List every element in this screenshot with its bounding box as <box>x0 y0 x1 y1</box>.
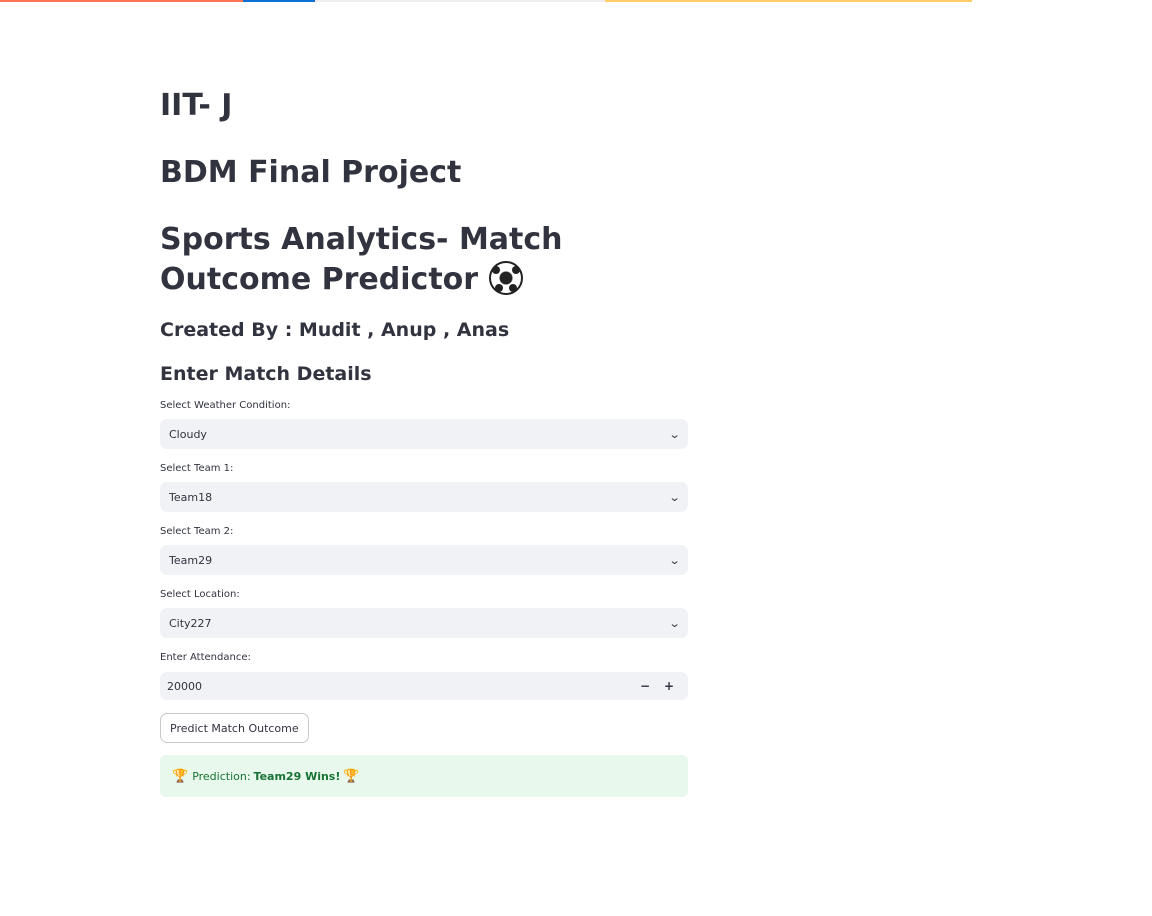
decrement-button[interactable]: − <box>633 679 657 693</box>
team1-label: Select Team 1: <box>160 463 234 474</box>
attendance-input[interactable]: 20000 − + <box>160 672 688 700</box>
attendance-stepper: − + <box>633 679 681 693</box>
page-title: IIT- J <box>160 88 233 123</box>
team1-select-value: Team18 <box>169 490 213 504</box>
chevron-down-icon: ⌄ <box>668 490 681 504</box>
prediction-result: 🏆 Prediction: Team29 Wins! 🏆 <box>160 755 688 797</box>
location-select[interactable]: City227 ⌄ <box>160 608 688 638</box>
top-decoration-bar <box>0 0 972 2</box>
project-title: BDM Final Project <box>160 155 462 190</box>
attendance-value[interactable]: 20000 <box>167 680 202 693</box>
topbar-seg-4 <box>605 0 972 2</box>
app-title: Sports Analytics- Match Outcome Predicto… <box>160 220 688 300</box>
section-heading: Enter Match Details <box>160 363 372 385</box>
team2-select-value: Team29 <box>169 553 213 567</box>
location-label: Select Location: <box>160 589 240 600</box>
trophy-icon: 🏆 <box>343 768 360 784</box>
topbar-seg-3 <box>315 0 605 2</box>
prediction-winner: Team29 Wins! <box>253 769 341 783</box>
trophy-icon: 🏆 <box>172 768 189 784</box>
increment-button[interactable]: + <box>657 679 681 693</box>
chevron-down-icon: ⌄ <box>668 427 681 441</box>
weather-select[interactable]: Cloudy ⌄ <box>160 419 688 449</box>
chevron-down-icon: ⌄ <box>668 616 681 630</box>
prediction-prefix: Prediction: <box>192 769 251 783</box>
team1-select[interactable]: Team18 ⌄ <box>160 482 688 512</box>
topbar-seg-2 <box>243 0 315 2</box>
weather-select-value: Cloudy <box>169 427 207 441</box>
chevron-down-icon: ⌄ <box>668 553 681 567</box>
created-by-text: Created By : Mudit , Anup , Anas <box>160 319 510 341</box>
team2-select[interactable]: Team29 ⌄ <box>160 545 688 575</box>
soccer-ball-icon <box>488 261 523 295</box>
team2-label: Select Team 2: <box>160 526 234 537</box>
location-select-value: City227 <box>169 616 212 630</box>
topbar-seg-1 <box>0 0 243 2</box>
weather-label: Select Weather Condition: <box>160 400 291 411</box>
attendance-label: Enter Attendance: <box>160 652 251 663</box>
predict-button[interactable]: Predict Match Outcome <box>160 713 309 743</box>
